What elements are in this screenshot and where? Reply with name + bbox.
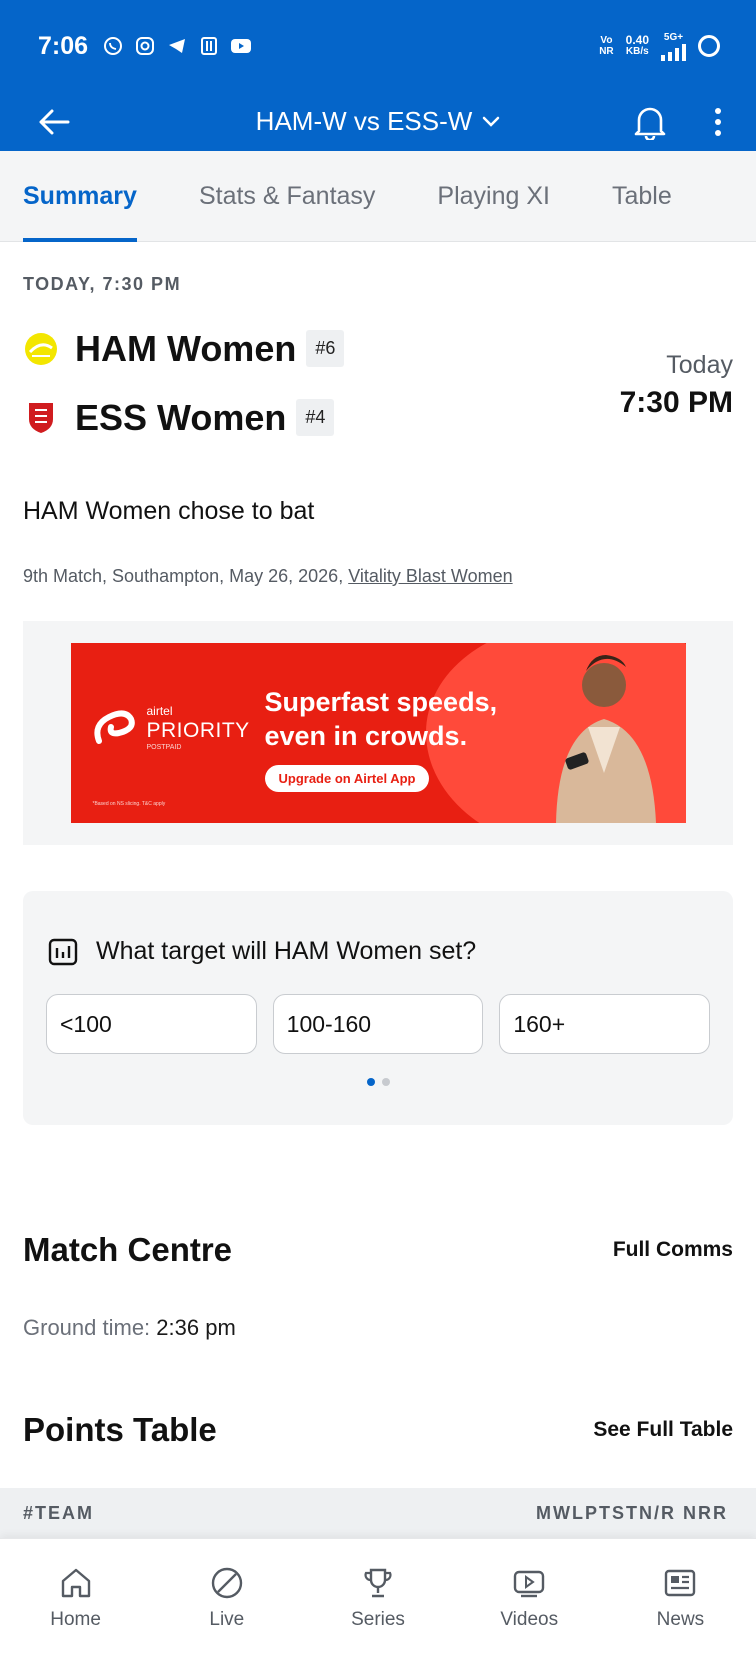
poll-option-under-100[interactable]: <100 bbox=[46, 994, 257, 1054]
live-icon bbox=[209, 1565, 245, 1601]
see-full-table-link[interactable]: See Full Table bbox=[593, 1418, 733, 1442]
poll-options: <100 100-160 160+ bbox=[46, 994, 711, 1054]
ad-cta-button[interactable]: Upgrade on Airtel App bbox=[264, 765, 430, 792]
status-bar: 7:06 Vo NR 0.40 KB/s 5G+ bbox=[0, 0, 756, 92]
notification-button[interactable] bbox=[628, 100, 672, 144]
signal-indicator: 5G+ bbox=[661, 32, 686, 61]
nav-live-label: Live bbox=[209, 1609, 245, 1630]
chevron-down-icon bbox=[483, 116, 500, 127]
team1-name: HAM Women bbox=[75, 327, 297, 369]
team1-rank-badge: #6 bbox=[306, 330, 345, 367]
carousel-dots bbox=[46, 1078, 710, 1086]
full-comms-link[interactable]: Full Comms bbox=[613, 1238, 733, 1262]
airtel-ad-banner[interactable]: airtel PRIORITY POSTPAID Superfast speed… bbox=[70, 643, 686, 823]
news-icon bbox=[662, 1565, 698, 1601]
match-start-time: Today 7:30 PM bbox=[620, 351, 733, 420]
network-speed: 0.40 KB/s bbox=[625, 33, 649, 57]
summary-content: TODAY, 7:30 PM HAM Women #6 ESS Women #4… bbox=[0, 274, 756, 587]
start-day: Today bbox=[666, 351, 733, 379]
tab-bar: Summary Stats & Fantasy Playing XI Table bbox=[0, 151, 756, 242]
nav-home-label: Home bbox=[50, 1609, 101, 1630]
tab-stats-fantasy[interactable]: Stats & Fantasy bbox=[199, 151, 375, 242]
teams-block: HAM Women #6 ESS Women #4 Today 7:30 PM bbox=[23, 321, 733, 451]
match-meta: 9th Match, Southampton, May 26, 2026, Vi… bbox=[23, 566, 733, 587]
points-table-header: Points Table See Full Table bbox=[23, 1411, 733, 1449]
carousel-dot[interactable] bbox=[381, 1078, 390, 1086]
header-actions bbox=[628, 100, 728, 144]
ad-disclaimer: *Based on NS slicing. T&C apply bbox=[92, 801, 166, 807]
telegram-icon bbox=[166, 35, 188, 57]
poll-option-over-160[interactable]: 160+ bbox=[499, 994, 711, 1054]
bell-icon bbox=[634, 107, 666, 140]
ad-person-image bbox=[555, 655, 656, 823]
bottom-navigation: Home Live Series Videos News bbox=[0, 1538, 756, 1680]
video-icon bbox=[511, 1565, 547, 1601]
nav-videos[interactable]: Videos bbox=[454, 1539, 605, 1680]
arrow-left-icon bbox=[39, 109, 70, 134]
signal-bars-icon bbox=[661, 43, 686, 61]
status-left: 7:06 bbox=[38, 32, 252, 61]
nav-news-label: News bbox=[656, 1609, 705, 1630]
ground-time-value: 2:36 pm bbox=[156, 1315, 236, 1340]
status-right: Vo NR 0.40 KB/s 5G+ bbox=[599, 32, 720, 61]
volte-indicator: Vo NR bbox=[599, 35, 614, 57]
col-stats: MWLPTSTN/R NRR bbox=[536, 1502, 728, 1523]
nav-series-label: Series bbox=[351, 1609, 405, 1630]
header-title[interactable]: HAM-W vs ESS-W bbox=[256, 106, 473, 137]
poll-question-row: What target will HAM Women set? bbox=[46, 937, 710, 966]
airtel-logo-icon bbox=[93, 710, 135, 744]
ad-headline: Superfast speeds, even in crowds. bbox=[264, 687, 498, 751]
nav-news[interactable]: News bbox=[605, 1539, 756, 1680]
ground-time: Ground time: 2:36 pm bbox=[23, 1315, 733, 1341]
trophy-icon bbox=[360, 1565, 396, 1601]
ad-container: airtel PRIORITY POSTPAID Superfast speed… bbox=[23, 621, 733, 845]
match-centre-title: Match Centre bbox=[23, 1231, 233, 1268]
hampshire-logo-icon bbox=[23, 331, 59, 367]
whatsapp-icon bbox=[102, 35, 124, 57]
series-link[interactable]: Vitality Blast Women bbox=[348, 566, 512, 586]
start-time: 7:30 PM bbox=[619, 386, 733, 419]
app-notification-icon bbox=[198, 35, 220, 57]
team2-name: ESS Women bbox=[75, 396, 287, 438]
match-datetime: TODAY, 7:30 PM bbox=[23, 274, 182, 294]
poll-option-100-160[interactable]: 100-160 bbox=[272, 994, 484, 1054]
ground-time-label: Ground time: bbox=[23, 1315, 151, 1340]
poll-question: What target will HAM Women set? bbox=[96, 937, 477, 965]
match-details: 9th Match, Southampton, May 26, 2026, bbox=[23, 566, 349, 586]
points-table-title: Points Table bbox=[23, 1411, 217, 1448]
nav-home[interactable]: Home bbox=[0, 1539, 151, 1680]
nav-videos-label: Videos bbox=[500, 1609, 559, 1630]
col-team: #TEAM bbox=[23, 1502, 95, 1523]
team2-rank-badge: #4 bbox=[296, 399, 335, 436]
more-options-button[interactable] bbox=[708, 100, 728, 144]
home-icon bbox=[58, 1565, 94, 1601]
carousel-dot-active[interactable] bbox=[366, 1078, 375, 1086]
match-centre-section: Match Centre Full Comms Ground time: 2:3… bbox=[0, 1231, 756, 1449]
more-vertical-icon bbox=[715, 107, 721, 136]
nav-series[interactable]: Series bbox=[302, 1539, 453, 1680]
prediction-poll: What target will HAM Women set? <100 100… bbox=[23, 891, 733, 1125]
bar-chart-icon bbox=[48, 938, 78, 965]
app-header: HAM-W vs ESS-W bbox=[0, 92, 756, 151]
top-bar: 7:06 Vo NR 0.40 KB/s 5G+ HAM-W vs ESS-W bbox=[0, 0, 756, 151]
ad-brand: airtel PRIORITY POSTPAID bbox=[146, 704, 250, 751]
youtube-icon bbox=[230, 35, 252, 57]
points-table-columns: #TEAM MWLPTSTN/R NRR bbox=[0, 1488, 756, 1538]
tab-table[interactable]: Table bbox=[612, 151, 672, 242]
match-centre-header: Match Centre Full Comms bbox=[23, 1231, 733, 1269]
app-screen: 7:06 Vo NR 0.40 KB/s 5G+ HAM-W vs ESS-W … bbox=[0, 0, 756, 1680]
tab-playing-xi[interactable]: Playing XI bbox=[437, 151, 550, 242]
back-button[interactable] bbox=[32, 100, 76, 144]
tab-summary[interactable]: Summary bbox=[23, 151, 137, 242]
nav-live[interactable]: Live bbox=[151, 1539, 302, 1680]
status-time: 7:06 bbox=[38, 31, 89, 60]
battery-ring-icon bbox=[698, 35, 720, 57]
toss-result: HAM Women chose to bat bbox=[23, 497, 315, 525]
instagram-icon bbox=[134, 35, 156, 57]
essex-logo-icon bbox=[23, 400, 59, 436]
